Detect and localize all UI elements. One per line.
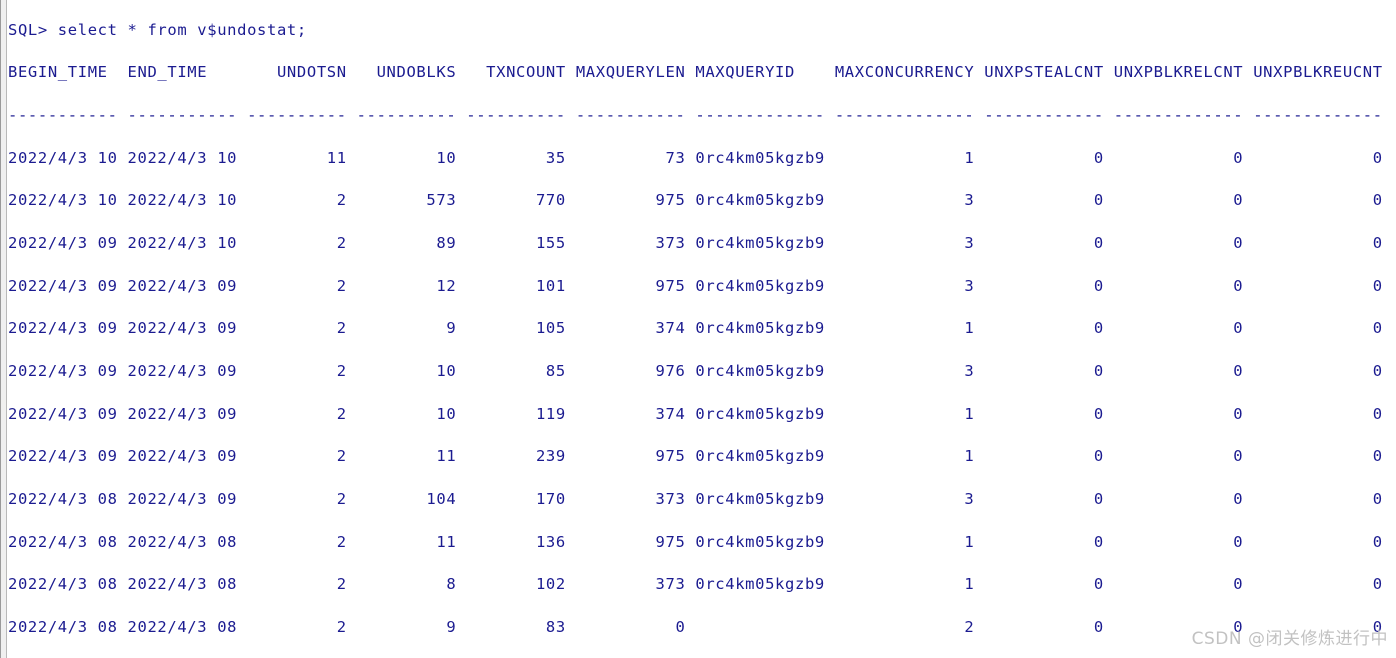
- table-row: 2022/4/3 10 2022/4/3 10 2 573 770 975 0r…: [8, 191, 1383, 210]
- table-row: 2022/4/3 08 2022/4/3 09 2 104 170 373 0r…: [8, 490, 1383, 509]
- table-row: 2022/4/3 09 2022/4/3 09 2 10 85 976 0rc4…: [8, 362, 1383, 380]
- table-row: 2022/4/3 09 2022/4/3 09 2 10 119 374 0rc…: [8, 404, 1383, 423]
- terminal-window[interactable]: SQL> select * from v$undostat; BEGIN_TIM…: [0, 0, 1396, 658]
- console-output[interactable]: SQL> select * from v$undostat; BEGIN_TIM…: [8, 16, 1396, 658]
- table-row: 2022/4/3 09 2022/4/3 09 2 12 101 975 0rc…: [8, 276, 1383, 295]
- table-row: 2022/4/3 10 2022/4/3 10 11 10 35 73 0rc4…: [8, 148, 1383, 167]
- table-header-row: BEGIN_TIME END_TIME UNDOTSN UNDOBLKS TXN…: [8, 63, 1383, 82]
- table-row: 2022/4/3 08 2022/4/3 08 2 9 83 0 2 0 0 0: [8, 618, 1383, 637]
- table-rule-row: ----------- ----------- ---------- -----…: [8, 105, 1383, 124]
- sql-prompt-line: SQL> select * from v$undostat;: [8, 20, 307, 39]
- table-row: 2022/4/3 08 2022/4/3 08 2 11 136 975 0rc…: [8, 532, 1383, 551]
- table-row: 2022/4/3 08 2022/4/3 08 2 8 102 373 0rc4…: [8, 575, 1383, 594]
- window-left-edge: [0, 0, 7, 658]
- table-row: 2022/4/3 09 2022/4/3 10 2 89 155 373 0rc…: [8, 233, 1383, 252]
- table-row: 2022/4/3 09 2022/4/3 09 2 11 239 975 0rc…: [8, 447, 1383, 466]
- table-row: 2022/4/3 09 2022/4/3 09 2 9 105 374 0rc4…: [8, 319, 1383, 338]
